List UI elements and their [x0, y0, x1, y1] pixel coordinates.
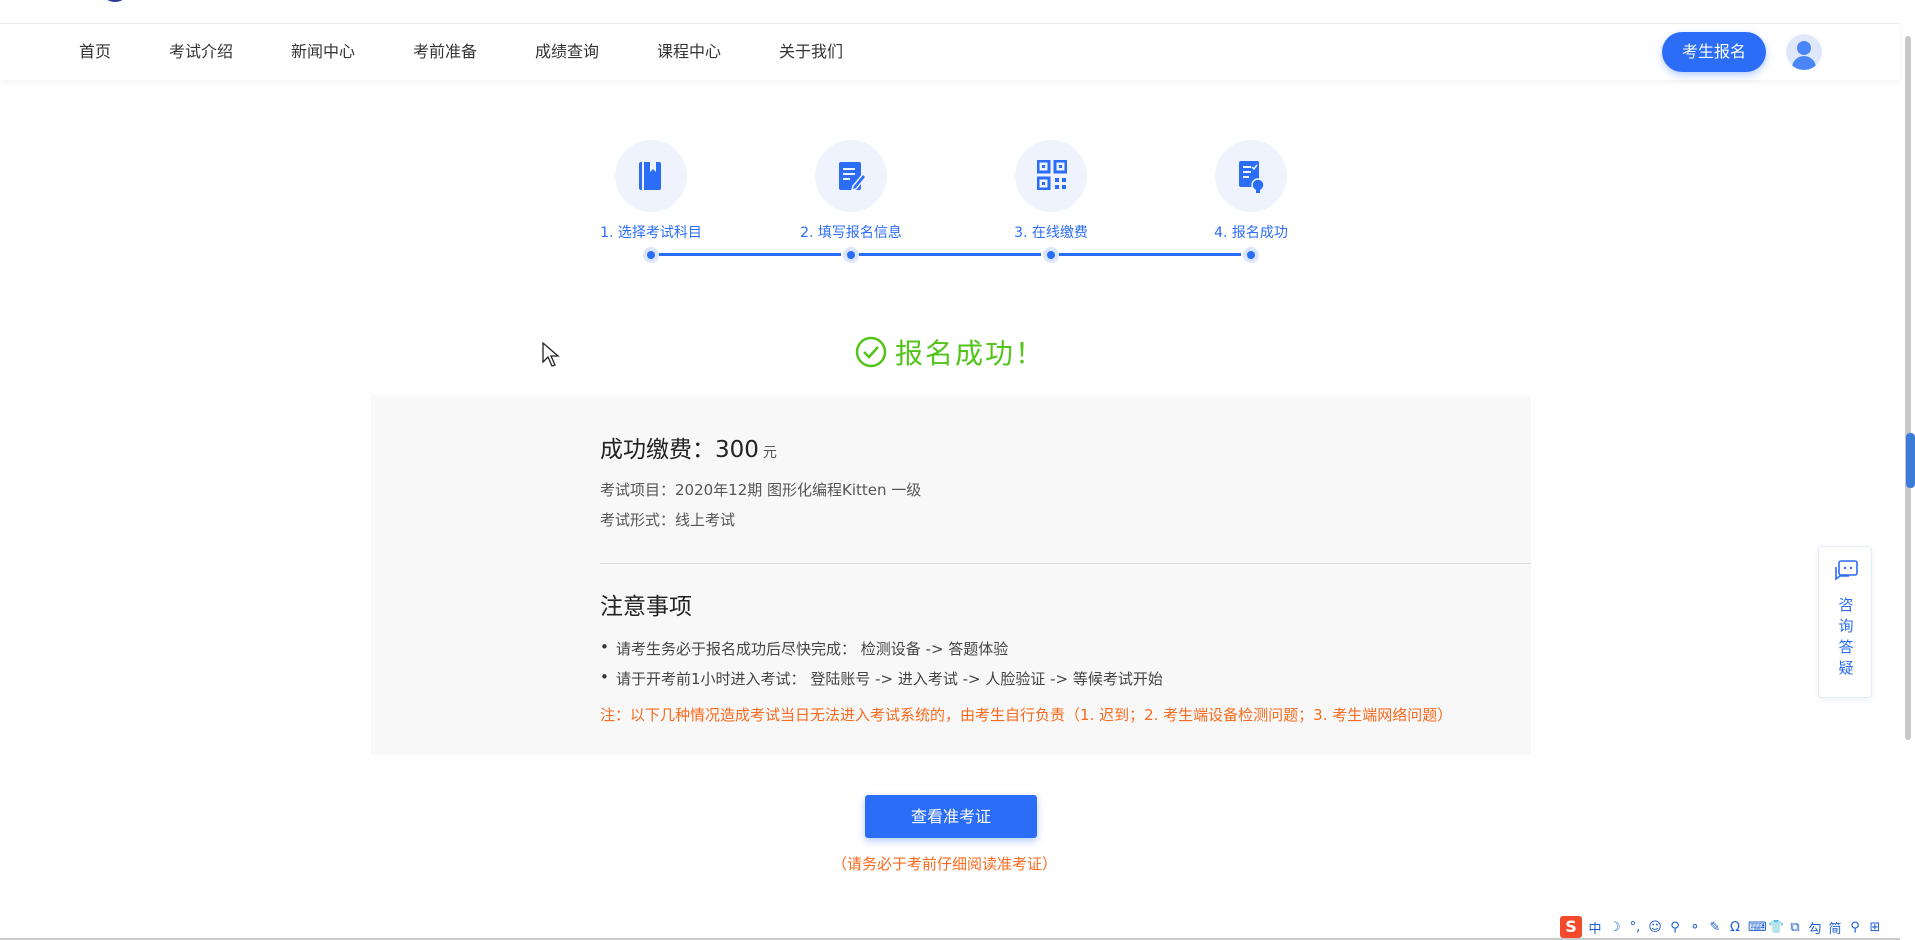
grid-menu-icon[interactable]: ⊞ [1868, 920, 1882, 935]
avatar[interactable] [1786, 34, 1822, 70]
result-panel [371, 395, 1531, 755]
step-success: 4. 报名成功 [1151, 140, 1351, 242]
emoji-icon[interactable]: ☺ [1648, 920, 1662, 935]
nav-item-exam-prep[interactable]: 考前准备 [413, 24, 477, 80]
notice-item: 请于开考前1小时进入考试： 登陆账号 -> 进入考试 -> 人脸验证 -> 等候… [600, 668, 1163, 689]
step-dot [1243, 247, 1259, 263]
step-dot [643, 247, 659, 263]
notice-title: 注意事项 [600, 594, 692, 620]
qrcode-icon [1037, 160, 1067, 190]
nav-item-home[interactable]: 首页 [79, 24, 111, 80]
amount-unit: 元 [762, 445, 777, 461]
check-circle-icon [855, 336, 887, 368]
search-icon[interactable]: ⚲ [1848, 920, 1862, 935]
scroll-position-marker [1906, 433, 1915, 488]
step-online-payment: 3. 在线缴费 [951, 140, 1151, 242]
nav-item-courses[interactable]: 课程中心 [657, 24, 721, 80]
notice-item: 请考生务必于报名成功后尽快完成： 检测设备 -> 答题体验 [600, 638, 1008, 659]
nav-item-exam-intro[interactable]: 考试介绍 [169, 24, 233, 80]
scrollbar-thumb[interactable] [1905, 36, 1911, 740]
step-connector [1059, 253, 1241, 256]
skin-icon[interactable]: 👕 [1768, 920, 1784, 935]
notice-warning: 注：以下几种情况造成考试当日无法进入考试系统的，由考生自行负责（1. 迟到；2.… [600, 706, 1453, 724]
voice-icon[interactable]: ⚲ [1668, 920, 1682, 935]
nav-item-news[interactable]: 新闻中心 [291, 24, 355, 80]
step-dot [1043, 247, 1059, 263]
document-check-icon [1239, 161, 1265, 193]
mouse-cursor-icon [542, 342, 560, 367]
amount-value: 300 [715, 437, 759, 463]
view-ticket-note: （请务必于考前仔细阅读准考证） [832, 855, 1058, 873]
nav-item-about[interactable]: 关于我们 [779, 24, 843, 80]
step-select-subject: 1. 选择考试科目 [551, 140, 751, 242]
pen-icon[interactable]: ✎ [1708, 920, 1722, 935]
step-fill-info: 2. 填写报名信息 [751, 140, 951, 242]
mic-icon[interactable]: ⚬ [1688, 920, 1702, 935]
moon-icon[interactable]: ☽ [1608, 920, 1622, 935]
logo-bar [0, 0, 1900, 24]
site-logo[interactable] [70, 0, 140, 4]
view-admission-ticket-button[interactable]: 查看准考证 [865, 795, 1037, 838]
exam-form: 考试形式：线上考试 [600, 511, 736, 529]
crop-icon[interactable]: 勾 [1808, 918, 1822, 937]
keyboard-icon[interactable]: ⌨ [1748, 920, 1767, 935]
step-label: 1. 选择考试科目 [600, 225, 702, 241]
success-message: 报名成功！ [855, 334, 1045, 370]
step-connector [659, 253, 841, 256]
ime-toolbar: S 中 ☽ °, ☺ ⚲ ⚬ ✎ Ω ⌨ 👕 ⧉ 勾 简 ⚲ ⊞ [1556, 915, 1886, 939]
success-text: 报名成功！ [895, 337, 1046, 370]
toolbox-icon[interactable]: ⧉ [1788, 920, 1802, 935]
consult-widget[interactable]: 咨 询 答 疑 [1818, 546, 1872, 698]
step-label: 4. 报名成功 [1214, 225, 1288, 241]
step-label: 3. 在线缴费 [1014, 225, 1088, 241]
step-label: 2. 填写报名信息 [800, 225, 902, 241]
nav-item-score-query[interactable]: 成绩查询 [535, 24, 599, 80]
symbol-icon[interactable]: Ω [1728, 920, 1742, 935]
main-nav: 首页 考试介绍 新闻中心 考前准备 成绩查询 课程中心 关于我们 考生报名 [0, 24, 1900, 80]
step-dot [843, 247, 859, 263]
exam-item: 考试项目：2020年12期 图形化编程Kitten 一级 [600, 481, 922, 499]
chat-icon [1835, 560, 1858, 581]
sogou-ime-icon[interactable]: S [1560, 916, 1582, 938]
payment-amount: 成功缴费：300 元 [600, 437, 777, 463]
step-connector [859, 253, 1041, 256]
edit-form-icon [839, 162, 867, 192]
simplified-icon[interactable]: 简 [1828, 918, 1842, 937]
divider [600, 563, 1531, 564]
ime-mode-icon[interactable]: 中 [1588, 918, 1602, 937]
punctuation-icon[interactable]: °, [1628, 920, 1642, 935]
book-icon [639, 162, 661, 190]
register-button[interactable]: 考生报名 [1662, 32, 1766, 72]
